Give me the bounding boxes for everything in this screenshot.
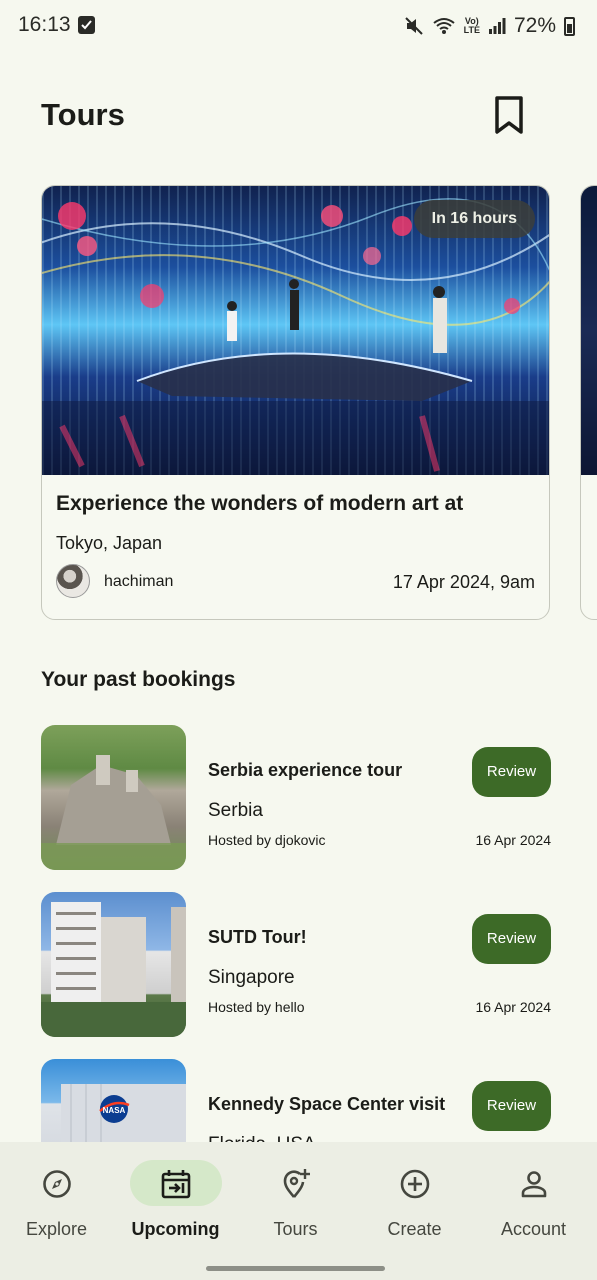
booking-host: Hosted by hello [208,999,305,1015]
calendar-arrow-icon [161,1170,190,1199]
tour-title: Experience the wonders of modern art at [56,492,464,515]
tour-date: 17 Apr 2024, 9am [392,572,535,592]
nav-label-account: Account [500,1219,567,1239]
nav-label-upcoming: Upcoming [131,1219,220,1239]
tour-location: Tokyo, Japan [56,533,163,553]
nav-label-explore: Explore [25,1219,88,1239]
avatar [56,564,90,598]
wifi-icon [433,18,455,34]
upcoming-tour-card[interactable]: In 16 hours Experience the wonders of mo… [41,185,550,620]
status-bar: 16:13 Vo) LTE 72% [0,0,597,54]
plus-circle-icon [400,1169,429,1199]
location-add-icon [283,1169,310,1198]
person-icon [521,1171,546,1198]
page-title: Tours [41,97,125,132]
status-time: 16:13 [18,13,71,36]
signal-icon [488,18,506,34]
booking-thumbnail [41,725,186,870]
booking-name: Kennedy Space Center visit [208,1094,446,1114]
status-icons: Vo) LTE 72% [404,14,575,38]
booking-item[interactable]: SUTD Tour! Singapore Hosted by hello 16 … [41,892,551,1038]
booking-item[interactable]: Serbia experience tour Serbia Hosted by … [41,725,551,871]
nav-label-create: Create [387,1219,442,1239]
section-title-past-bookings: Your past bookings [41,668,236,691]
compass-icon [42,1170,71,1198]
checkbox-notification-icon [78,16,95,34]
bookmark-icon [495,96,523,134]
booking-name: Serbia experience tour [208,760,403,780]
lte-indicator: Vo) LTE [463,16,480,35]
review-button[interactable]: Review [472,747,551,797]
booking-thumbnail [41,892,186,1037]
battery-percent: 72% [513,14,556,37]
booking-date: 16 Apr 2024 [475,999,551,1015]
nav-item-create[interactable]: Create [355,1142,474,1252]
nav-item-explore[interactable]: Explore [0,1142,116,1252]
nav-item-tours[interactable]: Tours [236,1142,355,1252]
booking-location: Serbia [208,800,263,821]
bookmark-button[interactable] [490,94,528,136]
tour-image: In 16 hours [42,186,549,475]
host-name: hachiman [104,573,174,590]
svg-text:NASA: NASA [103,1106,126,1115]
mute-icon [404,17,423,35]
review-button[interactable]: Review [472,1081,551,1131]
booking-date: 16 Apr 2024 [475,832,551,848]
booking-location: Singapore [208,967,295,988]
next-tour-card-peek[interactable] [580,185,597,620]
bottom-navigation: Explore Upcoming Tours Create Account [0,1142,597,1280]
review-button[interactable]: Review [472,914,551,964]
booking-host: Hosted by djokovic [208,832,326,848]
nav-item-upcoming[interactable]: Upcoming [116,1142,235,1252]
booking-name: SUTD Tour! [208,927,307,947]
nav-label-tours: Tours [273,1219,318,1239]
nav-item-account[interactable]: Account [474,1142,593,1252]
starts-in-badge: In 16 hours [413,200,535,238]
battery-icon [564,16,575,36]
home-indicator[interactable] [206,1266,385,1271]
